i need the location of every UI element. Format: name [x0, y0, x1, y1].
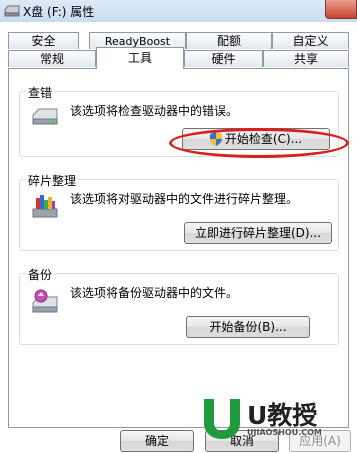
tab-label: 安全: [31, 34, 56, 48]
error-check-description: 该选项将检查驱动器中的错误。: [70, 104, 239, 118]
tab-tools[interactable]: 工具: [96, 47, 184, 69]
tab-label: 配额: [216, 34, 241, 48]
tab-label: 工具: [127, 51, 152, 65]
tab-label: 常规: [39, 52, 64, 66]
defrag-icon: [32, 195, 58, 218]
watermark-brand: U教授: [247, 401, 318, 430]
close-button[interactable]: [325, 0, 357, 19]
title-bar: X盘 (F:) 属性: [0, 0, 357, 22]
group-title: 碎片整理: [26, 172, 79, 189]
start-backup-button[interactable]: 开始备份(B)...: [186, 316, 310, 338]
drive-icon: [4, 5, 20, 17]
backup-description: 该选项将备份驱动器中的文件。: [70, 286, 239, 300]
tab-general[interactable]: 常规: [8, 50, 96, 67]
tab-label: 硬件: [211, 52, 236, 66]
ok-label: 确定: [144, 434, 169, 448]
defrag-group: 碎片整理 该选项将对驱动器中的文件进行碎片整理。 立即进行碎片整理(D)...: [19, 172, 339, 251]
tab-hardware[interactable]: 硬件: [184, 50, 263, 67]
defrag-now-label: 立即进行碎片整理(D)...: [194, 226, 322, 240]
group-title: 查错: [26, 84, 55, 101]
tab-sharing[interactable]: 共享: [263, 50, 349, 67]
start-backup-label: 开始备份(B)...: [209, 320, 287, 334]
backup-icon: [32, 289, 58, 313]
tab-label: 自定义: [292, 34, 329, 48]
highlight-ellipse: [169, 128, 349, 158]
defrag-now-button[interactable]: 立即进行碎片整理(D)...: [184, 222, 332, 244]
watermark-site: UJIAOSHOU.COM: [247, 428, 322, 437]
tab-label: 共享: [293, 52, 318, 66]
group-title: 备份: [26, 266, 55, 283]
tab-security[interactable]: 安全: [8, 32, 79, 49]
defrag-description: 该选项将对驱动器中的文件进行碎片整理。: [70, 192, 299, 206]
ok-button[interactable]: 确定: [120, 430, 194, 452]
window-title: X盘 (F:) 属性: [23, 5, 95, 19]
tab-quota[interactable]: 配额: [186, 32, 272, 49]
tab-customize[interactable]: 自定义: [272, 32, 349, 49]
drive-check-icon: [32, 108, 58, 125]
watermark-logo-icon: [204, 399, 240, 439]
tools-panel: 查错 该选项将检查驱动器中的错误。 开始检查(C)... 碎片整理 该选项将对驱…: [8, 68, 349, 428]
backup-group: 备份 该选项将备份驱动器中的文件。 开始备份(B)...: [19, 266, 339, 345]
